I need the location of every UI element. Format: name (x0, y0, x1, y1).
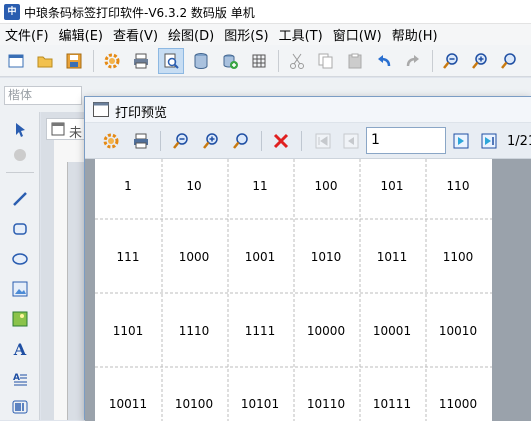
menu-tools[interactable]: 工具(T) (274, 25, 328, 44)
label-cell: 1000 (178, 250, 210, 264)
document-icon (51, 122, 65, 136)
preview-page: 1 10 11 100 101 110 111 1000 1001 1010 1011 1100 110… (95, 159, 492, 421)
first-page-icon[interactable] (311, 129, 335, 153)
page-number-input[interactable]: 1 (366, 127, 446, 154)
toolbar-separator (93, 49, 94, 72)
document-tab-label: 未 (69, 126, 83, 141)
preview-print-icon[interactable] (129, 129, 153, 153)
preview-zoom-in-icon[interactable] (199, 129, 223, 153)
select-pointer-icon[interactable] (9, 118, 31, 140)
save-icon[interactable] (62, 49, 86, 73)
open-icon[interactable] (33, 49, 57, 73)
label-cell: 10011 (108, 397, 148, 411)
label-cell: 1010 (310, 250, 342, 264)
rectangle-tool-icon[interactable] (9, 218, 31, 240)
text-tool-icon[interactable]: A (9, 338, 31, 360)
toolbar-separator (432, 49, 433, 72)
preview-toolbar (85, 123, 531, 159)
toolbar-separator (301, 131, 302, 151)
ellipse-tool-icon[interactable] (9, 248, 31, 270)
toolbox-separator (6, 172, 34, 173)
dialog-window-icon (93, 102, 109, 117)
label-cell: 11000 (438, 397, 478, 411)
left-toolbox: A A (0, 112, 40, 420)
label-cell: 10110 (306, 397, 346, 411)
app-title: 中琅条码标签打印软件-V6.3.2 数码版 单机 (24, 6, 255, 20)
page-count-label: 1/21 (507, 134, 531, 149)
font-family-select[interactable]: 楷体 (4, 86, 82, 105)
label-cell: 1001 (244, 250, 276, 264)
main-toolbar (0, 45, 531, 77)
zoom-out-icon[interactable] (439, 49, 463, 73)
menu-window[interactable]: 窗口(W) (328, 25, 387, 44)
toolbar-separator (160, 131, 161, 151)
vertical-ruler (54, 140, 68, 420)
redo-icon[interactable] (401, 49, 425, 73)
image-tool-icon[interactable] (9, 278, 31, 300)
dialog-titlebar[interactable]: 打印预览 (85, 97, 531, 123)
preview-zoom-out-icon[interactable] (169, 129, 193, 153)
print-icon[interactable] (129, 49, 153, 73)
database-icon[interactable] (189, 49, 213, 73)
label-cell: 10100 (174, 397, 214, 411)
label-cell: 10010 (438, 324, 478, 338)
toolbar-separator (261, 131, 262, 151)
dialog-title: 打印预览 (115, 106, 168, 121)
cut-icon[interactable] (285, 49, 309, 73)
new-icon[interactable] (4, 49, 28, 73)
label-cell: 10111 (372, 397, 412, 411)
label-cell: 10001 (372, 324, 412, 338)
toolbar-separator (278, 49, 279, 72)
menu-help[interactable]: 帮助(H) (387, 25, 443, 44)
label-cell: 1011 (376, 250, 408, 264)
label-cell: 1 (124, 179, 132, 193)
label-cell: 110 (446, 179, 470, 193)
label-cell: 10 (186, 179, 202, 193)
label-cell: 10000 (306, 324, 346, 338)
paste-icon[interactable] (343, 49, 367, 73)
previous-page-icon[interactable] (339, 129, 363, 153)
zoom-in-icon[interactable] (468, 49, 492, 73)
menu-bar: 文件(F) 编辑(E) 查看(V) 绘图(D) 图形(S) 工具(T) 窗口(W… (0, 24, 531, 45)
menu-file[interactable]: 文件(F) (0, 25, 54, 44)
menu-edit[interactable]: 编辑(E) (54, 25, 108, 44)
label-cell: 1110 (178, 324, 210, 338)
label-cell: 111 (116, 250, 140, 264)
barcode-tool-icon[interactable] (9, 396, 31, 418)
add-data-icon[interactable] (218, 49, 242, 73)
close-preview-icon[interactable] (269, 129, 293, 153)
app-titlebar: 中 中琅条码标签打印软件-V6.3.2 数码版 单机 (0, 0, 531, 24)
label-cell: 1111 (244, 324, 276, 338)
undo-icon[interactable] (372, 49, 396, 73)
page-setup-icon[interactable] (99, 129, 123, 153)
zoom-fit-icon[interactable] (497, 49, 521, 73)
label-grid-lines (95, 159, 492, 421)
picture-tool-icon[interactable] (9, 308, 31, 330)
print-preview-dialog: 打印预览 1 1/2 1 10 11 100 101 110 111 1000 … (84, 96, 531, 421)
print-preview-icon[interactable] (158, 47, 184, 74)
label-cell: 11 (252, 179, 268, 193)
label-cell: 1100 (442, 250, 474, 264)
menu-view[interactable]: 查看(V) (108, 25, 163, 44)
paragraph-tool-icon[interactable]: A (9, 368, 31, 390)
label-cell: 1101 (112, 324, 144, 338)
app-logo-icon: 中 (4, 4, 20, 20)
next-page-icon[interactable] (449, 129, 473, 153)
menu-shape[interactable]: 图形(S) (219, 25, 273, 44)
last-page-icon[interactable] (477, 129, 501, 153)
settings-icon[interactable] (100, 49, 124, 73)
label-cell: 10101 (240, 397, 280, 411)
label-cell: 101 (380, 179, 404, 193)
line-tool-icon[interactable] (9, 188, 31, 210)
label-cell: 100 (314, 179, 338, 193)
rotate-icon[interactable] (9, 144, 31, 166)
grid-icon[interactable] (247, 49, 271, 73)
copy-icon[interactable] (314, 49, 338, 73)
preview-zoom-fit-icon[interactable] (229, 129, 253, 153)
menu-draw[interactable]: 绘图(D) (163, 25, 219, 44)
